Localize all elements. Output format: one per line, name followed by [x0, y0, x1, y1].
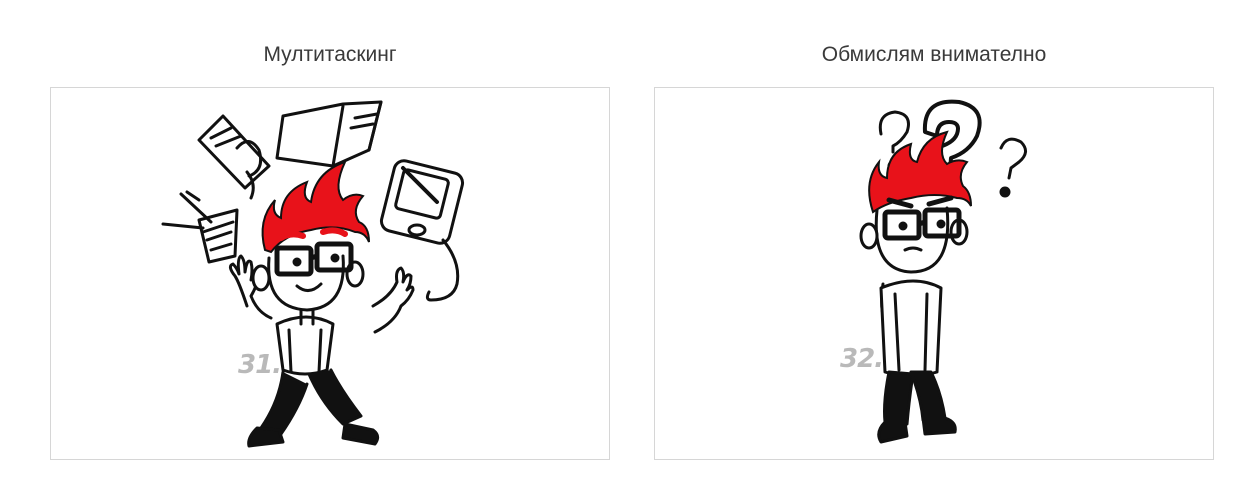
- book-icon: [275, 100, 383, 168]
- card-image-frame[interactable]: [654, 87, 1214, 460]
- multitasking-illustration-icon: [161, 100, 465, 448]
- gallery-card-thinking[interactable]: Обмислям внимателно 32.: [654, 40, 1214, 460]
- card-image-frame[interactable]: [50, 87, 610, 460]
- thinking-illustration-icon: [859, 99, 1027, 444]
- question-mark-icon: [999, 137, 1027, 198]
- card-title: Обмислям внимателно: [821, 43, 1047, 66]
- paper-tag-icon: [197, 114, 271, 200]
- illustration-number-badge: 31.: [238, 350, 282, 380]
- tablet-icon: [379, 159, 465, 302]
- pen-cup-icon: [161, 190, 239, 264]
- card-title: Мултитаскинг: [263, 43, 397, 66]
- illustration-number-badge: 32.: [840, 344, 884, 374]
- gallery-card-multitasking[interactable]: Мултитаскинг 31.: [50, 40, 610, 460]
